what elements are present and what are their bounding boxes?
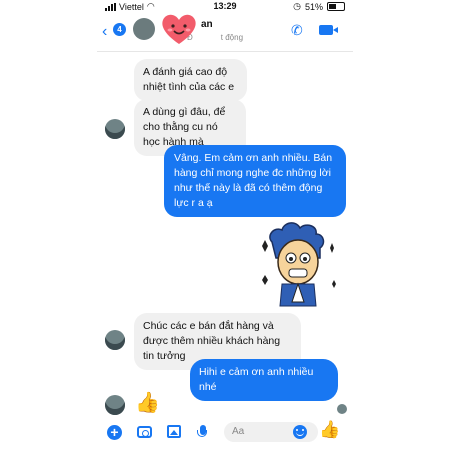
battery-icon [327,2,345,11]
contact-avatar[interactable] [133,18,155,40]
camera-icon[interactable] [137,426,152,438]
thumbs-up-icon[interactable]: 👍 [319,420,340,440]
outgoing-message: Vâng. Em cảm ơn anh nhiều. Bán hàng chỉ … [164,145,346,217]
plus-icon[interactable]: + [107,425,122,440]
emoji-icon[interactable] [293,425,307,439]
thumbs-up-icon: 👍 [135,392,160,414]
image-icon[interactable] [167,425,181,438]
battery-percent: 51% [304,1,323,12]
sender-avatar[interactable] [105,330,125,350]
composer-bar: + Aa 👍 [97,418,353,450]
heart-emoji-icon [162,14,196,44]
status-right: ◷ 51% [293,1,345,12]
mic-icon[interactable] [197,425,207,437]
unread-badge: 4 [113,23,126,36]
seen-avatar [337,404,347,414]
active-status-suffix: t động [220,33,244,42]
back-chevron-icon[interactable]: ‹ [102,23,107,41]
sender-avatar[interactable] [105,395,125,415]
chat-header: ‹ 4 an Đt động ✆ [97,13,353,52]
phone-icon[interactable]: ✆ [291,22,303,39]
video-icon[interactable] [319,25,338,35]
messenger-screen: Viettel ◠ 13:29 ◷ 51% ‹ 4 an Đt động ✆ A… [97,0,353,450]
contact-name[interactable]: an [201,19,213,30]
outgoing-message: Hihi e cảm ơn anh nhiều nhé [190,359,338,401]
incoming-message: A đánh giá cao độ nhiệt tình của các e [134,59,247,101]
alarm-icon: ◷ [293,1,301,11]
sender-avatar[interactable] [105,119,125,139]
status-bar: Viettel ◠ 13:29 ◷ 51% [97,0,353,13]
sticker-icon [262,222,336,307]
